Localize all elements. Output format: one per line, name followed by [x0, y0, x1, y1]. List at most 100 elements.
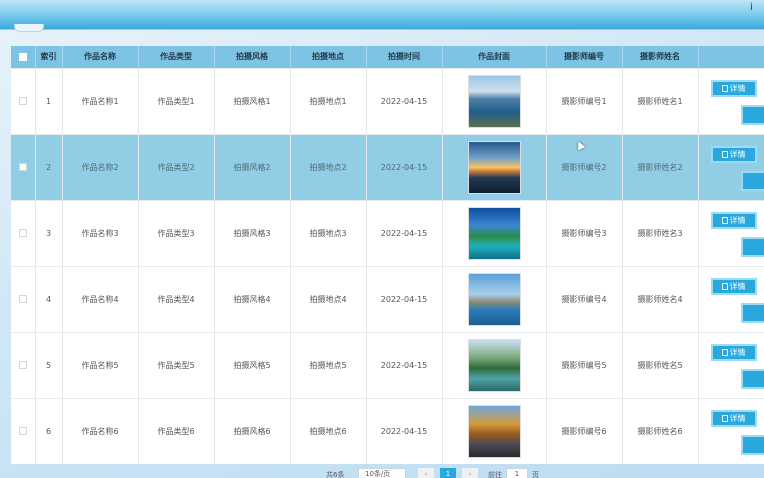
cell-date: 2022-04-15: [366, 398, 443, 464]
cell-index: 3: [35, 200, 63, 267]
row-select-cell[interactable]: [11, 266, 36, 333]
document-icon: [721, 348, 728, 356]
cell-cover: [442, 398, 547, 464]
cover-thumbnail[interactable]: [467, 338, 521, 392]
cell-style: 拍摄风格3: [214, 200, 291, 267]
col-header-type[interactable]: 作品类型: [138, 46, 215, 69]
cell-cover: [442, 266, 547, 333]
cell-photographer-no: 摄影师编号5: [546, 332, 623, 399]
cell-name: 作品名称2: [62, 134, 139, 201]
page-size-select[interactable]: 10条/页: [358, 468, 406, 478]
cell-place: 拍摄地点1: [290, 68, 367, 135]
detail-button[interactable]: 详情: [710, 343, 757, 361]
cell-actions: 详情: [698, 266, 764, 333]
cell-style: 拍摄风格5: [214, 332, 291, 399]
document-icon: [721, 216, 728, 224]
cover-thumbnail[interactable]: [467, 272, 521, 326]
cell-photographer-no: 摄影师编号3: [546, 200, 623, 267]
row-select-cell[interactable]: [11, 200, 36, 267]
edit-button[interactable]: [740, 434, 763, 455]
row-checkbox[interactable]: [18, 229, 27, 237]
cell-type: 作品类型4: [138, 266, 215, 333]
row-select-cell[interactable]: [11, 398, 36, 464]
detail-button-label: 详情: [729, 281, 746, 291]
document-icon: [721, 84, 728, 92]
select-all-checkbox[interactable]: [18, 52, 27, 61]
col-header-name[interactable]: 作品名称: [62, 46, 139, 69]
col-header-date[interactable]: 拍摄时间: [366, 46, 443, 69]
row-select-cell[interactable]: [11, 332, 36, 399]
cell-index: 5: [35, 332, 63, 399]
table-row[interactable]: 1 作品名称1 作品类型1 拍摄风格1 拍摄地点1 2022-04-15 摄影师编号1 摄影师…: [11, 68, 764, 135]
prev-page-button[interactable]: ‹: [418, 468, 434, 478]
cell-photographer-no: 摄影师编号1: [546, 68, 623, 135]
table-row[interactable]: 3 作品名称3 作品类型3 拍摄风格3 拍摄地点3 2022-04-15 摄影师编号3 摄影师…: [11, 200, 764, 267]
cell-name: 作品名称5: [62, 332, 139, 399]
edit-button[interactable]: [740, 302, 763, 323]
cell-photographer-name: 摄影师姓名3: [622, 200, 699, 267]
detail-button[interactable]: 详情: [710, 145, 757, 163]
cell-actions: 详情: [698, 68, 764, 135]
cover-thumbnail[interactable]: [467, 140, 521, 194]
window-corner-glyph: i: [750, 2, 753, 13]
cell-place: 拍摄地点3: [290, 200, 367, 267]
detail-button[interactable]: 详情: [710, 409, 757, 427]
cell-photographer-name: 摄影师姓名5: [622, 332, 699, 399]
row-select-cell[interactable]: [11, 68, 36, 135]
cell-actions: 详情: [698, 398, 764, 464]
next-page-button[interactable]: ›: [462, 468, 478, 478]
col-header-place[interactable]: 拍摄地点: [290, 46, 367, 69]
cell-actions: 详情: [698, 200, 764, 267]
col-header-style[interactable]: 拍摄风格: [214, 46, 291, 69]
cell-name: 作品名称4: [62, 266, 139, 333]
cover-thumbnail[interactable]: [467, 74, 521, 128]
cell-photographer-name: 摄影师姓名1: [622, 68, 699, 135]
cell-photographer-no: 摄影师编号4: [546, 266, 623, 333]
cell-date: 2022-04-15: [366, 134, 443, 201]
table-row[interactable]: 2 作品名称2 作品类型2 拍摄风格2 拍摄地点2 2022-04-15 摄影师编号2 摄影师…: [11, 134, 764, 201]
edit-button[interactable]: [740, 368, 763, 389]
cell-type: 作品类型1: [138, 68, 215, 135]
table-row[interactable]: 4 作品名称4 作品类型4 拍摄风格4 拍摄地点4 2022-04-15 摄影师编号4 摄影师…: [11, 266, 764, 333]
page-1-button[interactable]: 1: [440, 468, 456, 478]
cell-name: 作品名称3: [62, 200, 139, 267]
table-row[interactable]: 6 作品名称6 作品类型6 拍摄风格6 拍摄地点6 2022-04-15 摄影师编号6 摄影师…: [11, 398, 764, 464]
detail-button-label: 详情: [729, 215, 746, 225]
cell-cover: [442, 200, 547, 267]
goto-label: 前往: [488, 471, 502, 478]
cell-index: 4: [35, 266, 63, 333]
cell-place: 拍摄地点6: [290, 398, 367, 464]
table-header-row: 索引 作品名称 作品类型 拍摄风格 拍摄地点 拍摄时间 作品封面 摄影师编号 摄…: [11, 46, 764, 69]
document-icon: [721, 282, 728, 290]
detail-button-label: 详情: [729, 149, 746, 159]
edit-button[interactable]: [740, 236, 763, 257]
col-header-index[interactable]: 索引: [35, 46, 63, 69]
cover-thumbnail[interactable]: [467, 404, 521, 458]
row-checkbox[interactable]: [18, 427, 27, 435]
cell-index: 1: [35, 68, 63, 135]
edit-button[interactable]: [740, 104, 763, 125]
row-select-cell[interactable]: [11, 134, 36, 201]
detail-button[interactable]: 详情: [710, 79, 757, 97]
col-header-cover[interactable]: 作品封面: [442, 46, 547, 69]
col-header-photographer-no[interactable]: 摄影师编号: [546, 46, 623, 69]
cell-cover: [442, 134, 547, 201]
detail-button[interactable]: 详情: [710, 277, 757, 295]
table-row[interactable]: 5 作品名称5 作品类型5 拍摄风格5 拍摄地点5 2022-04-15 摄影师编号5 摄影师…: [11, 332, 764, 399]
detail-button[interactable]: 详情: [710, 211, 757, 229]
cover-thumbnail[interactable]: [467, 206, 521, 260]
edit-button[interactable]: [740, 170, 763, 191]
col-header-photographer-name[interactable]: 摄影师姓名: [622, 46, 699, 69]
goto-page-input[interactable]: 1: [506, 468, 528, 478]
cell-cover: [442, 68, 547, 135]
row-checkbox[interactable]: [18, 97, 27, 105]
row-checkbox[interactable]: [18, 361, 27, 369]
cell-place: 拍摄地点4: [290, 266, 367, 333]
row-checkbox[interactable]: [18, 295, 27, 303]
select-all-cell[interactable]: [11, 46, 36, 69]
cell-photographer-no: 摄影师编号6: [546, 398, 623, 464]
cell-date: 2022-04-15: [366, 332, 443, 399]
top-tab-handle[interactable]: [14, 24, 44, 32]
cell-photographer-name: 摄影师姓名4: [622, 266, 699, 333]
row-checkbox[interactable]: [18, 163, 27, 171]
